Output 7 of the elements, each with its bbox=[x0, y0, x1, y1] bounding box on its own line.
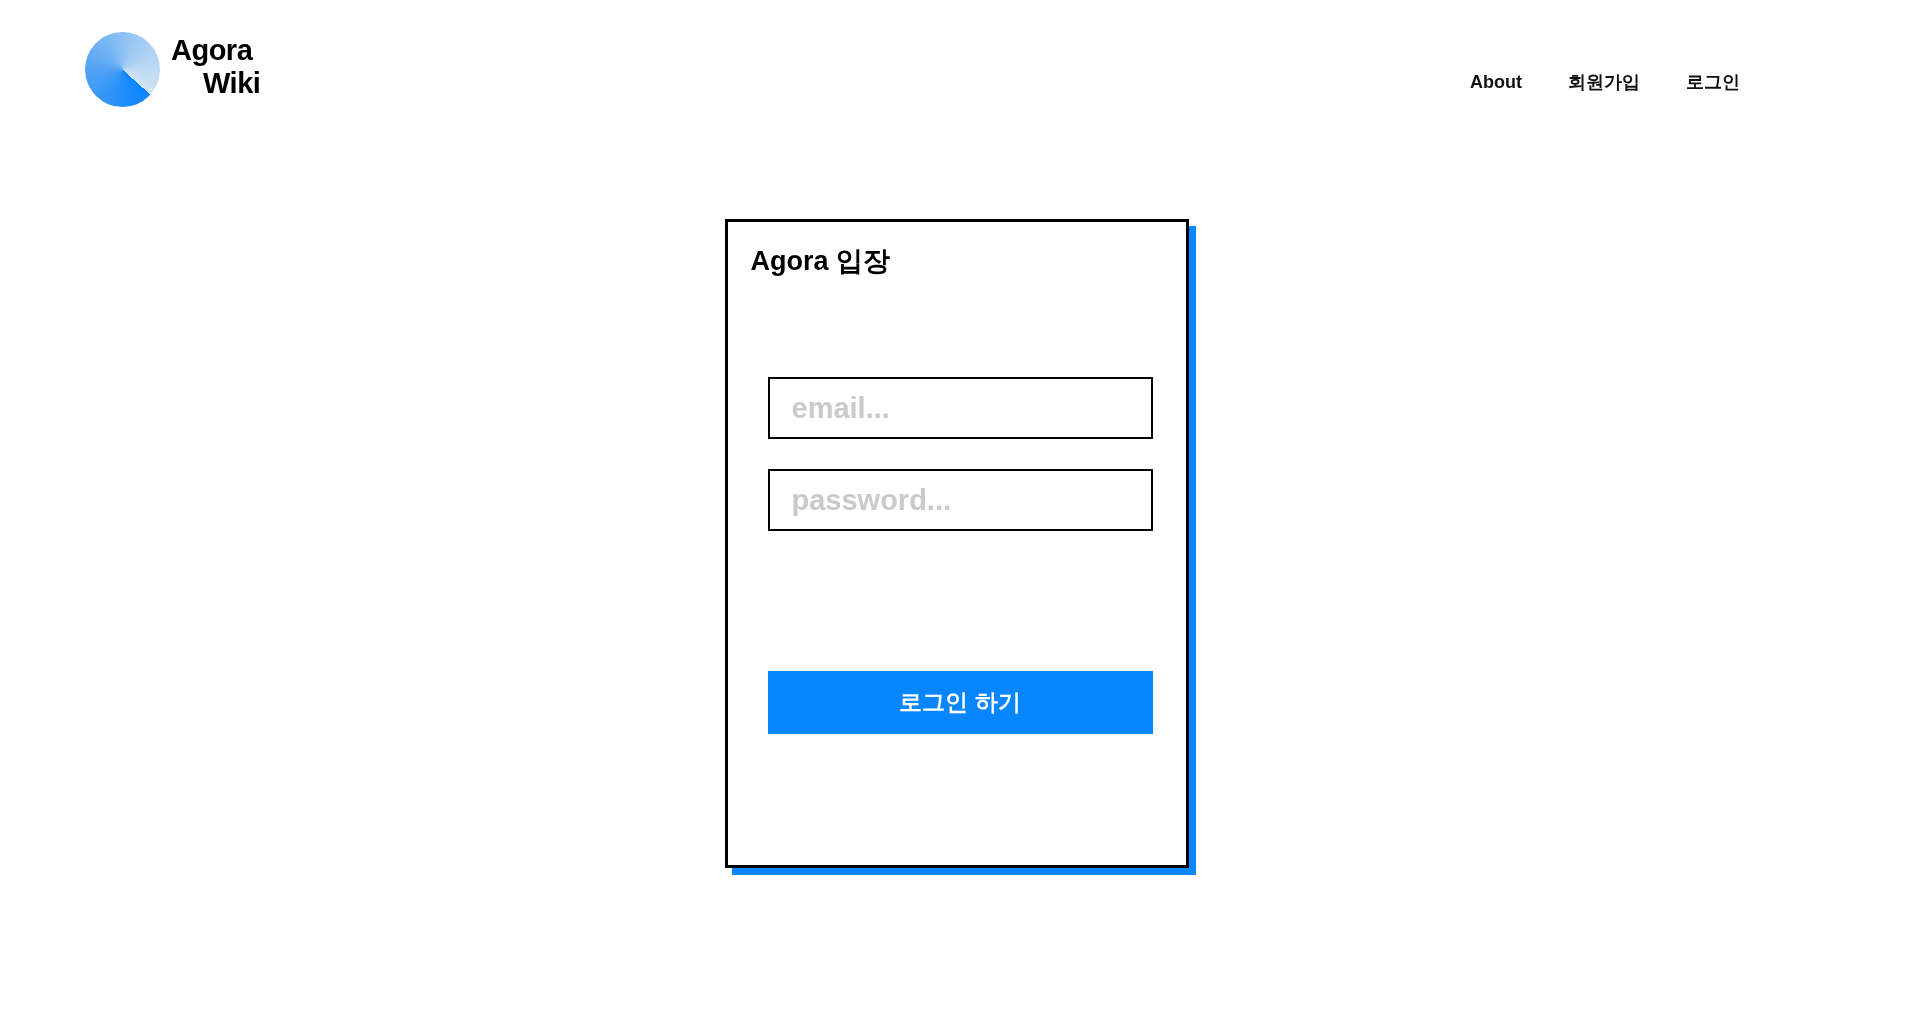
nav-link[interactable]: 로그인 bbox=[1686, 70, 1740, 94]
nav-link[interactable]: About bbox=[1470, 70, 1522, 94]
login-button[interactable]: 로그인 하기 bbox=[767, 671, 1153, 734]
card-title: Agora 입장 bbox=[750, 245, 890, 278]
logo-text: Agora bbox=[171, 34, 254, 67]
nav-link[interactable]: 회원가입 bbox=[1568, 70, 1640, 94]
logo-text: Wiki bbox=[202, 67, 261, 100]
